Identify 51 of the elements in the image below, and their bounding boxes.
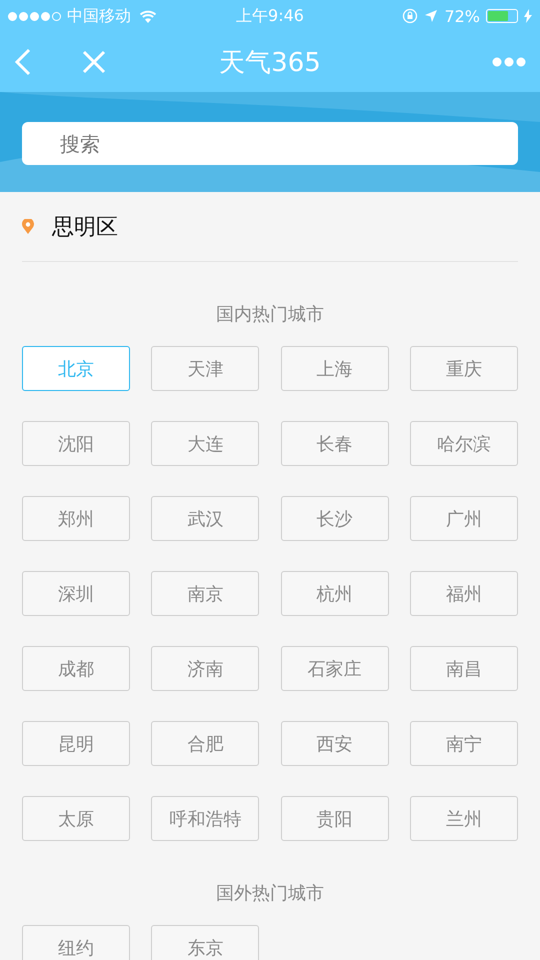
- city-button[interactable]: 武汉: [151, 496, 260, 541]
- section-heading: 国外热门城市: [216, 882, 324, 905]
- city-button[interactable]: 长沙: [280, 496, 389, 541]
- city-button[interactable]: 南京: [151, 571, 260, 616]
- charging-bolt-icon: [524, 9, 532, 23]
- city-button[interactable]: 深圳: [22, 571, 130, 616]
- city-button[interactable]: 南宁: [410, 721, 518, 766]
- clock-time: 上午9:46: [236, 6, 304, 27]
- location-pin-icon: [22, 219, 34, 234]
- city-button[interactable]: 哈尔滨: [410, 421, 518, 466]
- current-location[interactable]: 思明区: [52, 212, 118, 242]
- wifi-icon: [139, 10, 157, 22]
- city-button[interactable]: 呼和浩特: [151, 796, 260, 841]
- rotation-lock-icon: [402, 8, 418, 24]
- city-button[interactable]: 合肥: [151, 721, 260, 766]
- city-button[interactable]: 石家庄: [280, 646, 389, 691]
- location-arrow-icon: [424, 9, 438, 23]
- city-button[interactable]: 兰州: [410, 796, 518, 841]
- more-icon: [492, 57, 526, 67]
- city-button[interactable]: 成都: [22, 646, 130, 691]
- city-button[interactable]: 昆明: [22, 721, 130, 766]
- city-button[interactable]: 重庆: [410, 346, 518, 391]
- city-button[interactable]: 西安: [280, 721, 389, 766]
- city-button[interactable]: 杭州: [280, 571, 389, 616]
- city-button[interactable]: 福州: [410, 571, 518, 616]
- section-heading: 国内热门城市: [216, 303, 324, 326]
- city-button[interactable]: 太原: [22, 796, 130, 841]
- battery-percent: 72%: [444, 6, 480, 26]
- city-button[interactable]: 南昌: [410, 646, 518, 691]
- city-button[interactable]: 纽约: [22, 925, 130, 960]
- more-button[interactable]: [492, 57, 526, 67]
- city-button[interactable]: 郑州: [22, 496, 130, 541]
- signal-icon: [8, 12, 61, 20]
- page-title: 天气365: [219, 47, 321, 80]
- city-button[interactable]: 沈阳: [22, 421, 130, 466]
- close-icon: [82, 50, 106, 74]
- city-button[interactable]: 长春: [280, 421, 389, 466]
- city-button[interactable]: 北京: [22, 346, 130, 391]
- city-button[interactable]: 东京: [151, 925, 260, 960]
- city-button[interactable]: 济南: [151, 646, 260, 691]
- back-button[interactable]: [14, 48, 32, 76]
- city-button[interactable]: 天津: [151, 346, 260, 391]
- city-button[interactable]: 广州: [410, 496, 518, 541]
- city-button[interactable]: 贵阳: [280, 796, 389, 841]
- battery-icon: [486, 9, 518, 23]
- carrier-name: 中国移动: [67, 6, 131, 26]
- back-icon: [14, 48, 32, 76]
- city-button[interactable]: 上海: [280, 346, 389, 391]
- city-button[interactable]: 大连: [151, 421, 260, 466]
- search-field[interactable]: 搜索: [22, 122, 518, 165]
- close-button[interactable]: [82, 50, 106, 74]
